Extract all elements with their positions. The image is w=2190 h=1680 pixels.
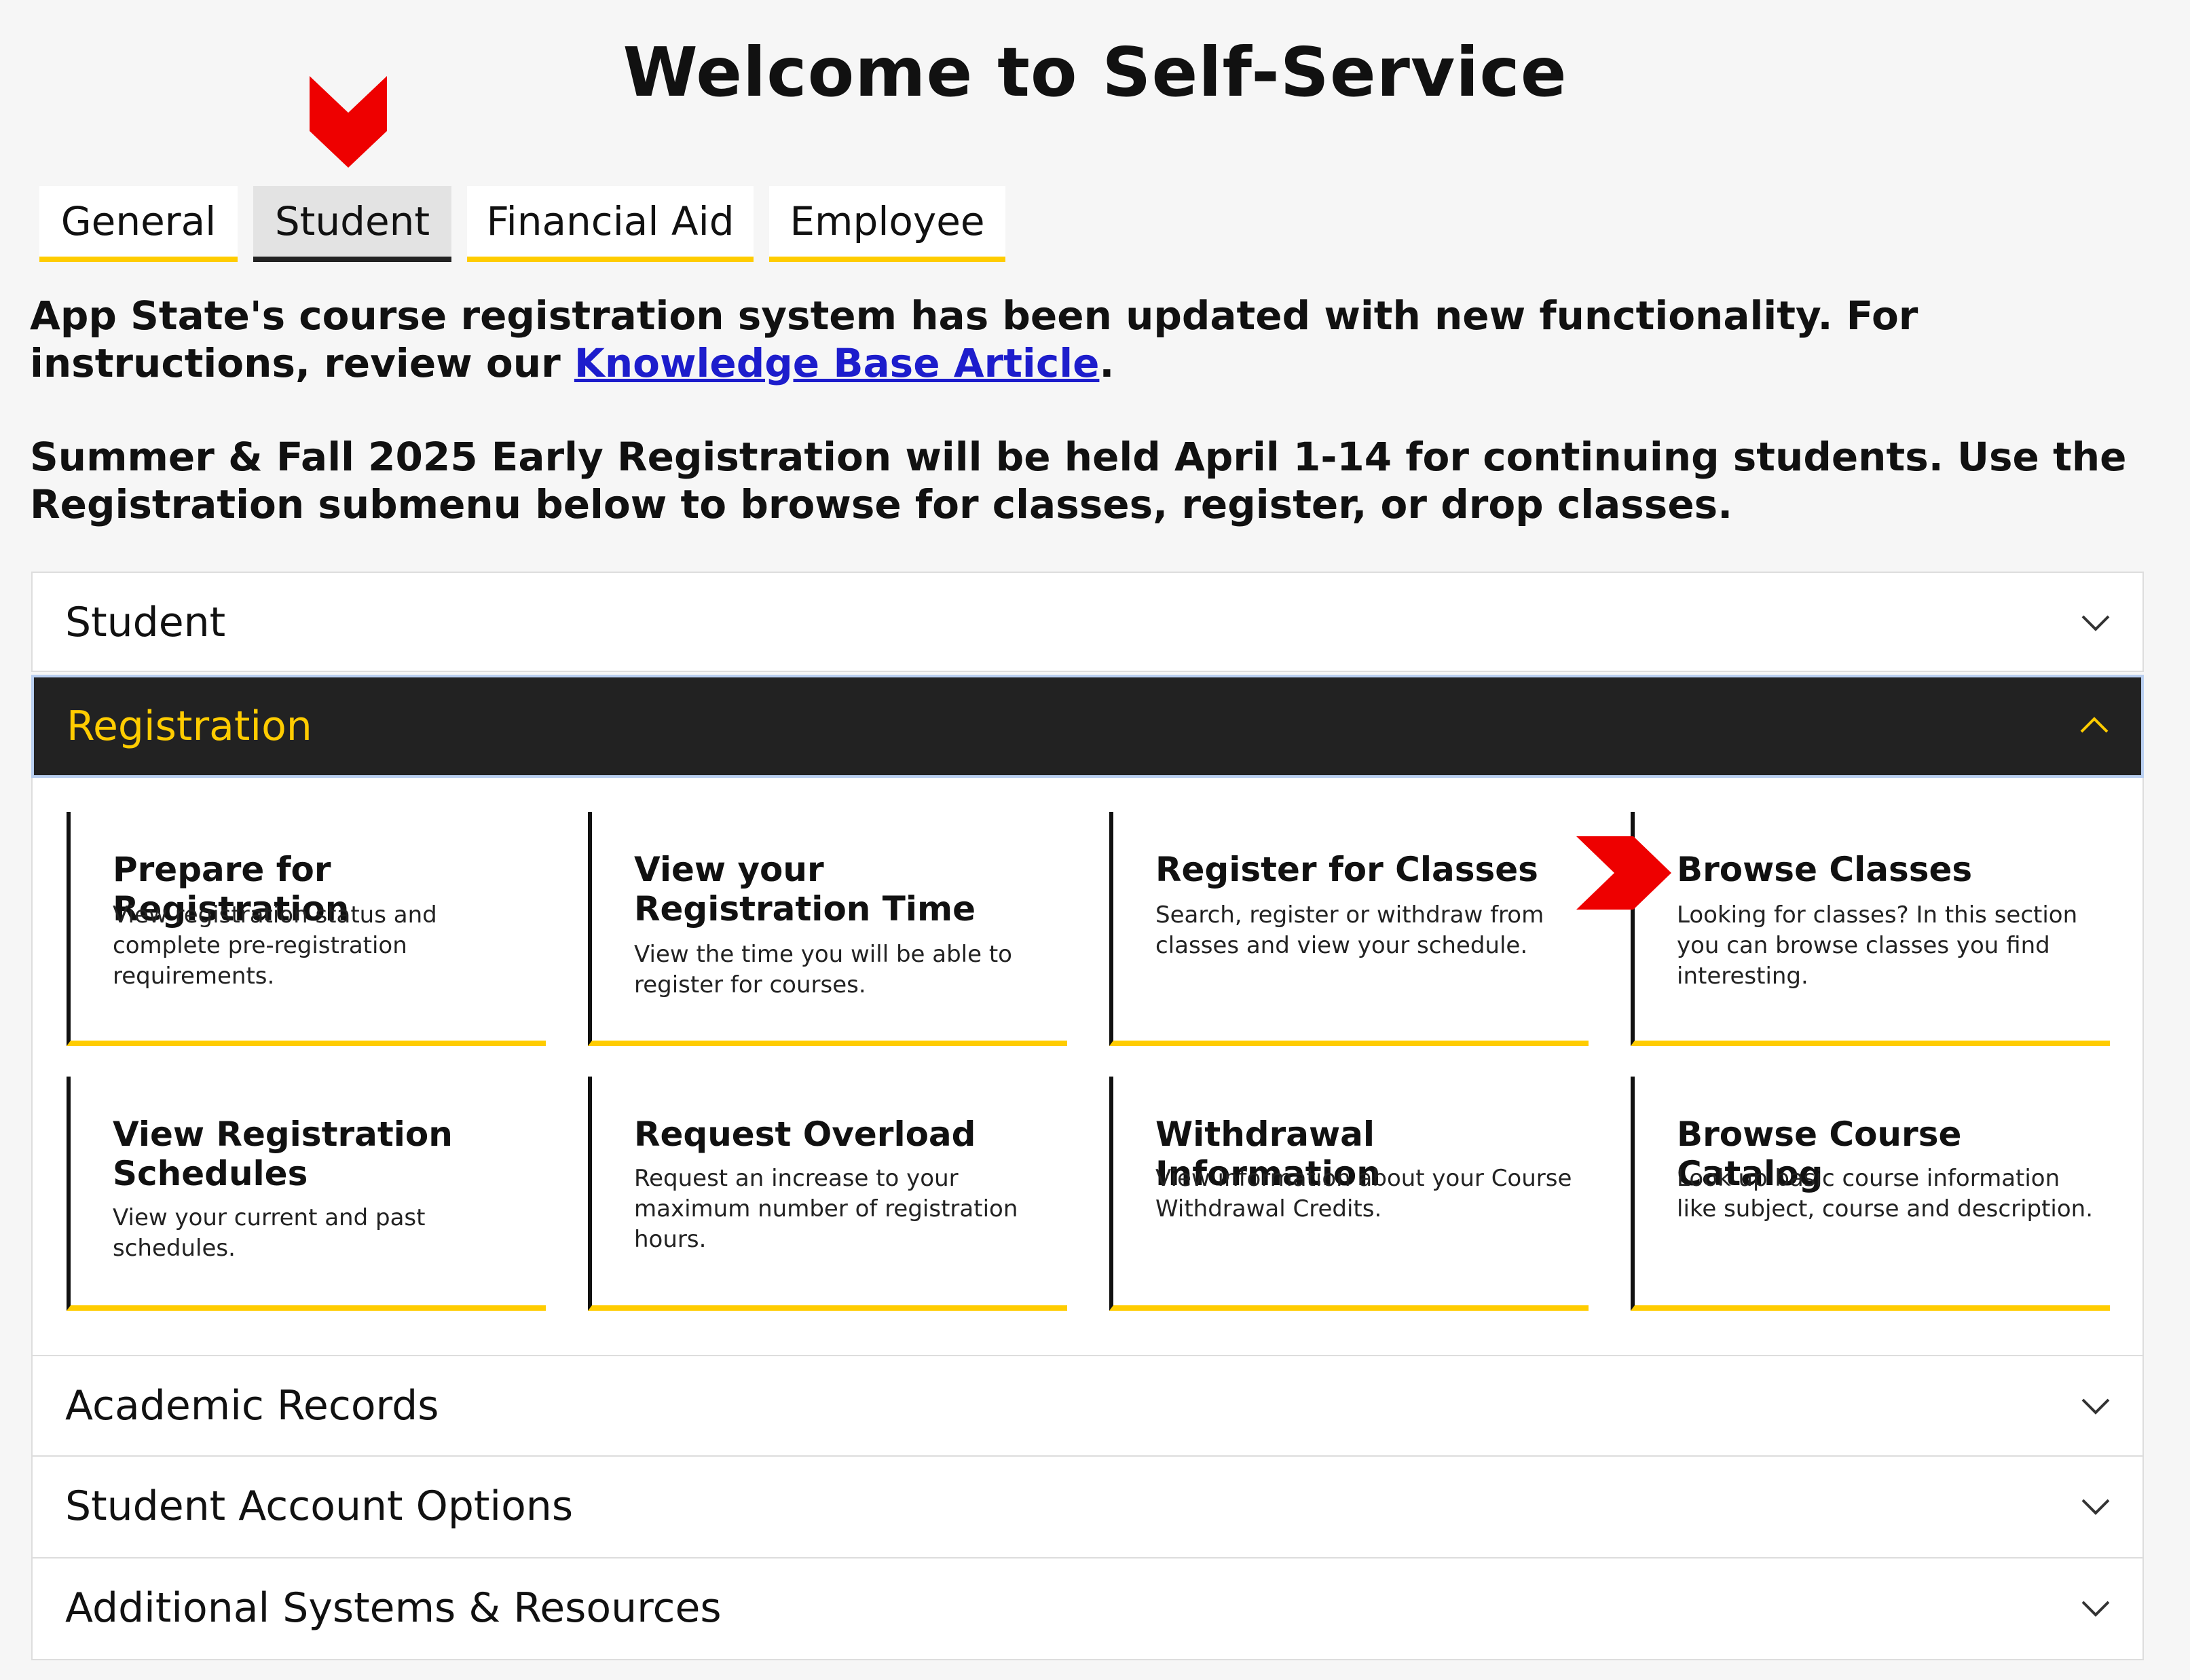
tab-student[interactable]: Student [253, 186, 451, 262]
card-browse-course-catalog[interactable]: Browse Course Catalog Look up basic cour… [1631, 1077, 2110, 1311]
card-title: Request Overload [634, 1115, 976, 1154]
tab-label: Employee [790, 198, 985, 244]
card-description: Search, register or withdraw from classe… [1155, 901, 1544, 959]
card-browse-classes[interactable]: Browse Classes Looking for classes? In t… [1631, 812, 2110, 1046]
accordion-student[interactable]: Student [31, 573, 2144, 672]
card-request-overload[interactable]: Request Overload Request an increase to … [588, 1077, 1067, 1311]
red-arrow-down-icon [310, 76, 387, 168]
tab-label: General [60, 198, 217, 244]
card-withdrawal-information[interactable]: Withdrawal Information View information … [1109, 1077, 1589, 1311]
chevron-down-icon [2081, 1601, 2110, 1617]
card-title: Browse Classes [1677, 850, 1973, 889]
chevron-down-icon [2081, 615, 2110, 631]
registration-cards: Prepare for Registration View registrati… [31, 778, 2144, 1355]
tab-label: Financial Aid [486, 198, 735, 244]
chevron-down-icon [2081, 1398, 2110, 1415]
card-description: Look up basic course information like su… [1677, 1165, 2094, 1222]
card-title: View Registration Schedules [113, 1115, 453, 1193]
accordion-student-account-options[interactable]: Student Account Options [31, 1457, 2144, 1558]
tab-general[interactable]: General [39, 186, 238, 262]
accordion-label: Registration [67, 703, 312, 750]
tab-financial-aid[interactable]: Financial Aid [467, 186, 754, 262]
tab-employee[interactable]: Employee [769, 186, 1005, 262]
card-description: View information about your Course Withd… [1155, 1165, 1572, 1222]
red-arrow-right-icon [1576, 836, 1671, 910]
card-view-registration-schedules[interactable]: View Registration Schedules View your cu… [67, 1077, 546, 1311]
accordion-additional-systems[interactable]: Additional Systems & Resources [31, 1558, 2144, 1660]
chevron-down-icon [2081, 1499, 2110, 1515]
accordion-label: Student Account Options [65, 1482, 574, 1530]
card-title: Register for Classes [1155, 850, 1538, 889]
accordion-label: Academic Records [65, 1382, 439, 1430]
card-register-for-classes[interactable]: Register for Classes Search, register or… [1109, 812, 1589, 1046]
registration-announcement: Summer & Fall 2025 Early Registration wi… [30, 434, 2127, 527]
card-prepare-registration[interactable]: Prepare for Registration View registrati… [67, 812, 546, 1046]
self-service-page: Welcome to Self-Service General Student … [0, 0, 2190, 1680]
card-description: View your current and past schedules. [113, 1204, 426, 1262]
card-view-registration-time[interactable]: View your Registration Time View the tim… [588, 812, 1067, 1046]
accordion-label: Student [65, 599, 226, 646]
knowledge-base-link[interactable]: Knowledge Base Article [574, 340, 1100, 386]
tab-label: Student [274, 198, 430, 244]
card-description: View registration status and complete pr… [113, 901, 437, 990]
intro-announcement: App State's course registration system h… [30, 292, 2155, 387]
card-description: Looking for classes? In this section you… [1677, 901, 2078, 990]
card-title: View your Registration Time [634, 850, 976, 929]
accordion-registration[interactable]: Registration [31, 675, 2144, 778]
link-suffix: . [1099, 340, 1115, 386]
accordion-label: Additional Systems & Resources [65, 1584, 722, 1632]
card-description: View the time you will be able to regist… [634, 941, 1012, 998]
card-description: Request an increase to your maximum numb… [634, 1165, 1018, 1253]
accordion-academic-records[interactable]: Academic Records [31, 1355, 2144, 1457]
chevron-up-icon [2080, 717, 2109, 733]
